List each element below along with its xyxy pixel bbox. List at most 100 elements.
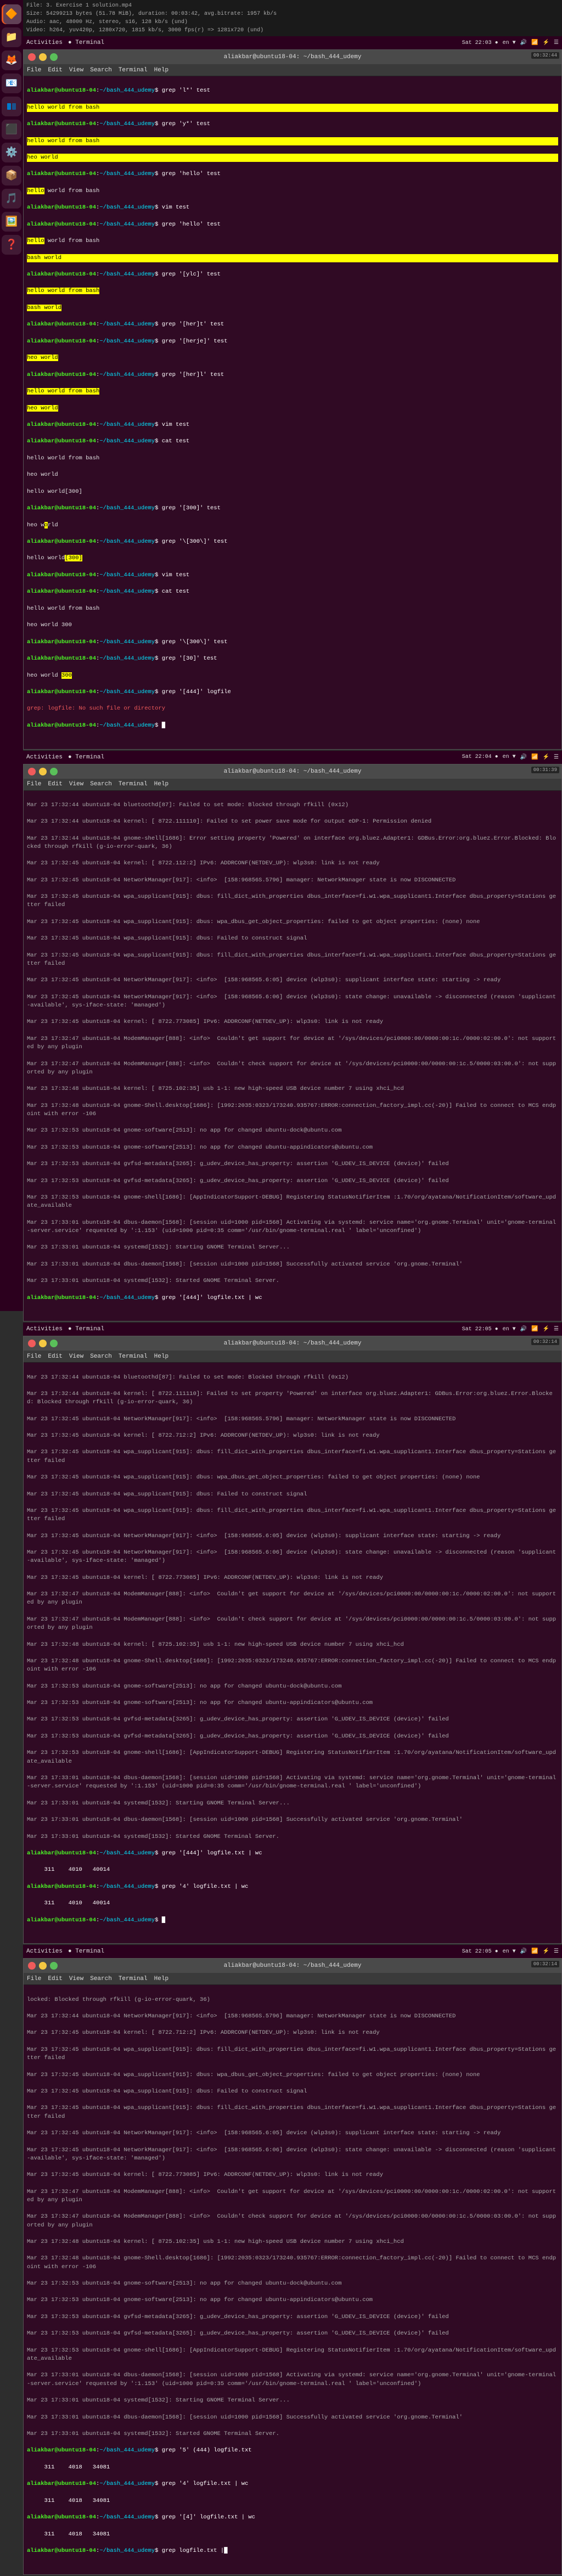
activities-button-3[interactable]: Activities [26,1326,63,1332]
terminal-titlebar-3: aliakbar@ubuntu18-04: ~/bash_444_udemy [24,1336,561,1351]
taskbar-vol[interactable]: 🔊 [520,40,527,46]
terminal-taskbar-item-2[interactable]: ● Terminal [68,754,104,761]
terminal-content-4[interactable]: locked: Blocked through rfkill (g-io-err… [24,1985,561,2574]
close-button-1[interactable] [28,53,36,61]
sidebar-icon-firefox[interactable]: 🦊 [2,50,21,70]
menu-file-4[interactable]: File [27,1976,41,1982]
taskbar3-time: Sat 22:05 ● [462,1326,498,1332]
taskbar2-vol[interactable]: 🔊 [520,754,527,761]
terminal-title-2: aliakbar@ubuntu18-04: ~/bash_444_udemy [224,768,362,775]
terminal-taskbar-item-4[interactable]: ● Terminal [68,1948,104,1955]
menu-terminal-2[interactable]: Terminal [119,781,148,788]
sidebar-icon-music[interactable]: 🎵 [2,189,21,209]
taskbar2-menu[interactable]: ☰ [554,754,559,761]
taskbar-lang[interactable]: en ▼ [503,40,516,46]
menu-file-3[interactable]: File [27,1353,41,1360]
minimize-button-3[interactable] [39,1340,47,1347]
taskbar4-lang[interactable]: en ▼ [503,1949,516,1955]
timestamp-3: 00:32:14 [531,1338,559,1345]
terminal-taskbar-item-3[interactable]: ● Terminal [68,1326,104,1332]
taskbar-4: Activities ● Terminal Sat 22:05 ● en ▼ 🔊… [23,1945,562,1958]
menu-search-4[interactable]: Search [90,1976,112,1982]
menu-file-2[interactable]: File [27,781,41,788]
menubar-1: File Edit View Search Terminal Help [24,64,561,76]
menu-edit-4[interactable]: Edit [48,1976,62,1982]
terminal-window-1: aliakbar@ubuntu18-04: ~/bash_444_udemy F… [23,49,562,750]
taskbar4-vol[interactable]: 🔊 [520,1948,527,1955]
taskbar3-wifi[interactable]: 📶 [531,1326,538,1332]
taskbar-2: Activities ● Terminal Sat 22:04 ● en ▼ 🔊… [23,751,562,764]
sidebar-icon-ubuntu[interactable]: 🔶 [2,4,21,24]
maximize-button-4[interactable] [50,1962,58,1970]
menu-search-1[interactable]: Search [90,67,112,74]
menu-file-1[interactable]: File [27,67,41,74]
menu-edit-3[interactable]: Edit [48,1353,62,1360]
taskbar2-left: Activities ● Terminal [26,754,104,761]
sidebar-icon-settings[interactable]: ⚙️ [2,143,21,162]
maximize-button-2[interactable] [50,768,58,775]
menu-terminal-3[interactable]: Terminal [119,1353,148,1360]
sidebar-icon-thunderbird[interactable]: 📧 [2,74,21,93]
timestamp-2: 00:31:39 [531,767,559,773]
taskbar-time: Sat 22:03 ● [462,40,498,46]
menu-view-4[interactable]: View [69,1976,83,1982]
taskbar2-wifi[interactable]: 📶 [531,754,538,761]
menu-search-3[interactable]: Search [90,1353,112,1360]
taskbar4-time: Sat 22:05 ● [462,1949,498,1955]
taskbar-right: Sat 22:03 ● en ▼ 🔊 📶 ⚡ ☰ [462,40,559,46]
menu-view-1[interactable]: View [69,67,83,74]
menu-edit-1[interactable]: Edit [48,67,62,74]
minimize-button-4[interactable] [39,1962,47,1970]
taskbar4-right: Sat 22:05 ● en ▼ 🔊 📶 ⚡ ☰ [462,1948,559,1955]
taskbar-menu[interactable]: ☰ [554,40,559,46]
taskbar3-lang[interactable]: en ▼ [503,1326,516,1332]
taskbar3-right: Sat 22:05 ● en ▼ 🔊 📶 ⚡ ☰ [462,1326,559,1332]
taskbar3-menu[interactable]: ☰ [554,1326,559,1332]
timestamp-1: 00:32:44 [531,52,559,59]
activities-button[interactable]: Activities [26,40,63,46]
titlebar-buttons-4 [28,1962,58,1970]
taskbar2-power[interactable]: ⚡ [543,754,549,761]
menu-help-1[interactable]: Help [154,67,168,74]
taskbar-3: Activities ● Terminal Sat 22:05 ● en ▼ 🔊… [23,1323,562,1336]
sidebar-icon-files[interactable]: 📁 [2,27,21,47]
menubar-4: File Edit View Search Terminal Help [24,1973,561,1985]
minimize-button-2[interactable] [39,768,47,775]
taskbar3-power[interactable]: ⚡ [543,1326,549,1332]
terminal-content-2[interactable]: Mar 23 17:32:44 ubuntu18-04 bluetoothd[8… [24,791,561,1321]
menu-terminal-4[interactable]: Terminal [119,1976,148,1982]
terminal-taskbar-item[interactable]: ● Terminal [68,40,104,46]
menu-terminal-1[interactable]: Terminal [119,67,148,74]
sidebar-icon-terminal[interactable]: ⬛ [2,120,21,139]
taskbar3-left: Activities ● Terminal [26,1326,104,1332]
menu-search-2[interactable]: Search [90,781,112,788]
taskbar4-power[interactable]: ⚡ [543,1948,549,1955]
menu-help-2[interactable]: Help [154,781,168,788]
taskbar4-menu[interactable]: ☰ [554,1948,559,1955]
maximize-button-3[interactable] [50,1340,58,1347]
sidebar-icon-software[interactable]: 📦 [2,166,21,185]
activities-button-2[interactable]: Activities [26,754,63,761]
close-button-4[interactable] [28,1962,36,1970]
taskbar3-vol[interactable]: 🔊 [520,1326,527,1332]
maximize-button-1[interactable] [50,53,58,61]
menubar-2: File Edit View Search Terminal Help [24,779,561,791]
taskbar-wifi[interactable]: 📶 [531,40,538,46]
sidebar-icon-help[interactable]: ❓ [2,235,21,255]
menu-view-2[interactable]: View [69,781,83,788]
menu-view-3[interactable]: View [69,1353,83,1360]
taskbar-power[interactable]: ⚡ [543,40,549,46]
menu-help-4[interactable]: Help [154,1976,168,1982]
terminal-content-1[interactable]: aliakbar@ubuntu18-04:~/bash_444_udemy$ g… [24,76,561,749]
sidebar-icon-vscode[interactable] [2,97,21,116]
taskbar4-wifi[interactable]: 📶 [531,1948,538,1955]
minimize-button-1[interactable] [39,53,47,61]
taskbar2-lang[interactable]: en ▼ [503,754,516,760]
close-button-3[interactable] [28,1340,36,1347]
terminal-content-3[interactable]: Mar 23 17:32:44 ubuntu18-04 bluetoothd[8… [24,1363,561,1943]
sidebar-icon-photos[interactable]: 🖼️ [2,212,21,232]
menu-help-3[interactable]: Help [154,1353,168,1360]
close-button-2[interactable] [28,768,36,775]
menu-edit-2[interactable]: Edit [48,781,62,788]
activities-button-4[interactable]: Activities [26,1948,63,1955]
